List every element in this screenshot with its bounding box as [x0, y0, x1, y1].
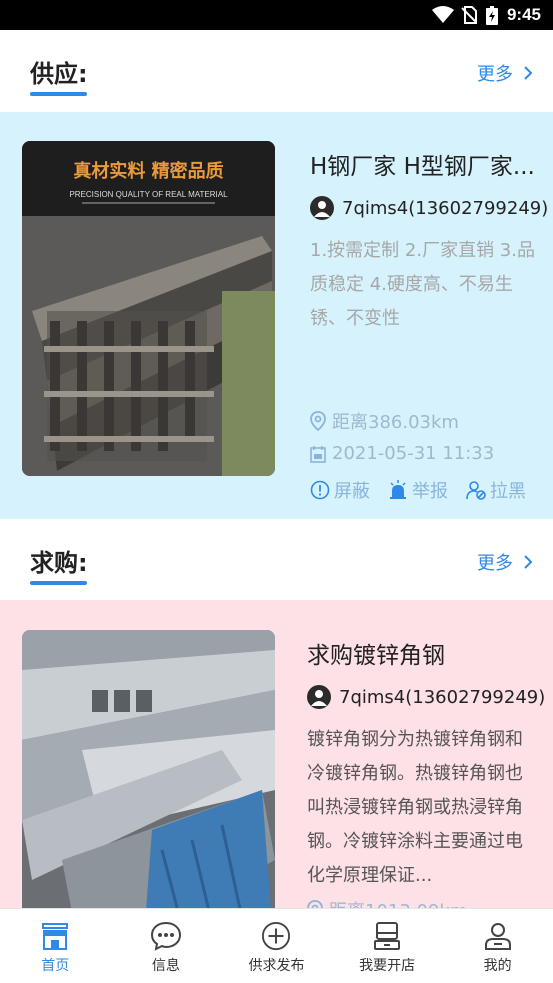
- supply-action-row: 屏蔽 举报 拉黑: [310, 477, 544, 503]
- nav-messages[interactable]: 信息: [111, 909, 222, 983]
- no-sim-icon: [461, 6, 477, 24]
- purchase-distance: 距离1013.09km: [329, 897, 467, 908]
- report-button[interactable]: 举报: [388, 477, 448, 503]
- nav-open-shop[interactable]: 我要开店: [332, 909, 443, 983]
- supply-user-name: 7qims4(13602799249): [342, 197, 549, 219]
- user-profile-icon: [484, 923, 511, 950]
- blacklist-button[interactable]: 拉黑: [466, 477, 526, 503]
- purchase-more-label: 更多: [477, 553, 513, 574]
- supply-distance-row: 距离386.03km: [310, 408, 459, 434]
- nav-home[interactable]: 首页: [0, 909, 111, 983]
- chevron-right-icon: [524, 555, 533, 569]
- purchase-card-description: 镀锌角钢分为热镀锌角钢和冷镀锌角钢。热镀锌角钢也叫热浸镀锌角钢或热浸锌角钢。冷镀…: [307, 723, 539, 893]
- supply-user-row: 7qims4(13602799249): [310, 196, 548, 220]
- plus-circle-icon: [262, 921, 291, 951]
- home-store-icon: [42, 923, 69, 950]
- chevron-right-icon: [524, 66, 533, 80]
- image-caption-subtitle: PRECISION QUALITY OF REAL MATERIAL: [69, 190, 228, 199]
- purchase-section-title: 求购:: [30, 549, 88, 577]
- wifi-icon: [432, 6, 454, 23]
- nav-publish[interactable]: 供求发布: [221, 909, 332, 983]
- location-pin-icon: [310, 411, 326, 431]
- shop-register-icon: [374, 922, 401, 950]
- purchase-user-name: 7qims4(13602799249): [339, 686, 546, 708]
- supply-section-header: 供应: 更多: [0, 30, 553, 112]
- supply-date: 2021-05-31 11:33: [332, 443, 495, 464]
- bottom-navigation: 首页 信息 供求发布 我要开店 我的: [0, 908, 553, 983]
- user-block-icon: [466, 481, 486, 500]
- supply-card-title[interactable]: H钢厂家 H型钢厂家...: [310, 147, 546, 181]
- purchase-card-title[interactable]: 求购镀锌角钢: [307, 636, 547, 670]
- supply-card[interactable]: 真材实料 精密品质 PRECISION QUALITY OF REAL MATE…: [0, 112, 553, 520]
- image-caption-title: 真材实料 精密品质: [73, 161, 224, 182]
- purchase-user-row: 7qims4(13602799249): [307, 685, 545, 709]
- supply-card-description: 1.按需定制 2.厂家直销 3.品质稳定 4.硬度高、不易生锈、不变性: [310, 240, 535, 329]
- chat-bubble-icon: [150, 921, 181, 951]
- purchase-product-image: [22, 630, 275, 908]
- siren-icon: [390, 480, 406, 499]
- nav-open-shop-label: 我要开店: [359, 958, 416, 974]
- alert-circle-icon: [310, 480, 330, 500]
- nav-profile-label: 我的: [483, 958, 512, 974]
- nav-home-label: 首页: [41, 958, 70, 974]
- supply-more-link[interactable]: 更多: [477, 60, 533, 86]
- purchase-title-underline: [30, 581, 87, 585]
- status-bar: 9:45: [0, 0, 553, 30]
- user-avatar-icon: [307, 685, 331, 709]
- calendar-icon: [310, 445, 326, 463]
- user-avatar-icon: [310, 196, 334, 220]
- nav-profile[interactable]: 我的: [442, 909, 553, 983]
- report-label: 举报: [412, 481, 448, 502]
- purchase-distance-row: 距离1013.09km: [307, 897, 467, 908]
- block-button[interactable]: 屏蔽: [310, 477, 370, 503]
- purchase-description-text: 镀锌角钢分为热镀锌角钢和冷镀锌角钢。热镀锌角钢也叫热浸镀锌角钢或热浸锌角钢。冷镀…: [307, 729, 523, 886]
- supply-distance: 距离386.03km: [332, 412, 459, 433]
- supply-date-row: 2021-05-31 11:33: [310, 443, 494, 464]
- blacklist-label: 拉黑: [490, 481, 526, 502]
- battery-charging-icon: [486, 6, 498, 25]
- supply-title-underline: [30, 92, 87, 96]
- purchase-section-header: 求购: 更多: [0, 519, 553, 601]
- purchase-more-link[interactable]: 更多: [477, 549, 533, 575]
- purchase-card[interactable]: 求购镀锌角钢 7qims4(13602799249) 镀锌角钢分为热镀锌角钢和冷…: [0, 600, 553, 908]
- block-label: 屏蔽: [334, 481, 370, 502]
- supply-section-title: 供应:: [30, 60, 88, 88]
- nav-publish-label: 供求发布: [248, 958, 305, 974]
- supply-product-image: 真材实料 精密品质 PRECISION QUALITY OF REAL MATE…: [22, 141, 275, 476]
- nav-messages-label: 信息: [151, 958, 180, 974]
- supply-more-label: 更多: [477, 64, 513, 85]
- status-time: 9:45: [506, 5, 541, 24]
- location-pin-icon: [307, 900, 323, 908]
